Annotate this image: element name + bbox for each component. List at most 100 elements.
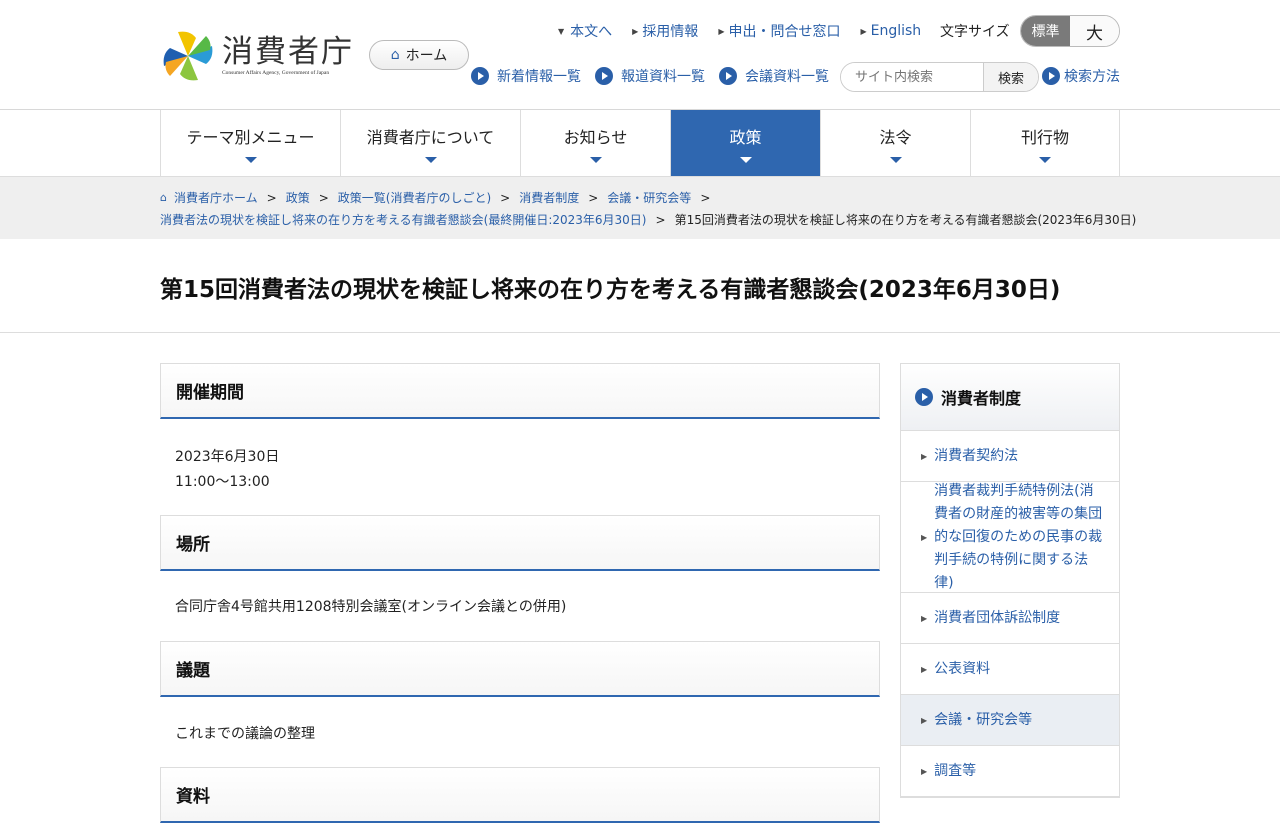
sidebar-item-meetings[interactable]: ▶ 会議・研究会等 <box>901 695 1119 746</box>
nav-label: お知らせ <box>563 127 628 147</box>
section-heading-agenda: 議題 <box>160 641 880 697</box>
sidebar-item-label: 会議・研究会等 <box>934 711 1033 728</box>
site-logo[interactable]: 消費者庁 Consumer Affairs Agency, Government… <box>160 28 354 84</box>
home-label: ホーム <box>405 48 448 64</box>
breadcrumb-meetings[interactable]: 会議・研究会等 <box>607 189 691 206</box>
breadcrumb-consumer-system[interactable]: 消費者制度 <box>519 189 579 206</box>
site-header: 消費者庁 Consumer Affairs Agency, Government… <box>0 0 1280 110</box>
nav-publications[interactable]: 刊行物 <box>971 110 1120 176</box>
link-news-list[interactable]: 新着情報一覧 <box>471 66 581 86</box>
triangle-right-icon: ▶ <box>921 766 928 776</box>
link-skip-to-content[interactable]: ▼ 本文へ <box>558 21 612 41</box>
nav-laws[interactable]: 法令 <box>821 110 971 176</box>
breadcrumb-current: 第15回消費者法の現状を検証し将来の在り方を考える有識者懇談会(2023年6月3… <box>674 213 1137 227</box>
logo-subtitle: Consumer Affairs Agency, Government of J… <box>222 70 330 76</box>
sidebar-item-label: 消費者契約法 <box>934 447 1019 464</box>
nav-label: 刊行物 <box>1020 127 1069 147</box>
sidebar-heading: 消費者制度 <box>901 364 1119 431</box>
breadcrumb-home[interactable]: 消費者庁ホーム <box>174 189 258 206</box>
triangle-right-icon: ▶ <box>921 664 928 674</box>
breadcrumb-policy-list[interactable]: 政策一覧(消費者庁のしごと) <box>338 189 491 206</box>
sidebar-item-consumer-contract-act[interactable]: ▶ 消費者契約法 <box>901 431 1119 482</box>
site-search: 検索 <box>840 62 1039 92</box>
section-heading-materials: 資料 <box>160 767 880 823</box>
search-button[interactable]: 検索 <box>983 63 1038 91</box>
circle-arrow-icon <box>595 67 613 85</box>
sidebar-item-class-action[interactable]: ▶ 消費者団体訴訟制度 <box>901 593 1119 644</box>
logo-title: 消費者庁 <box>222 34 354 70</box>
triangle-right-icon: ▶ <box>921 451 928 461</box>
triangle-right-icon: ▶ <box>718 26 725 36</box>
nav-news[interactable]: お知らせ <box>521 110 671 176</box>
triangle-right-icon: ▶ <box>921 715 928 725</box>
sidebar-item-surveys[interactable]: ▶ 調査等 <box>901 746 1119 797</box>
sidebar-item-label: 調査等 <box>934 762 977 779</box>
fontsize-large-button[interactable]: 大 <box>1070 16 1119 46</box>
search-help-link[interactable]: 検索方法 <box>1042 66 1120 86</box>
breadcrumb-separator: > <box>588 190 599 205</box>
home-icon: ⌂ <box>390 47 400 63</box>
nav-label: 法令 <box>879 127 912 147</box>
triangle-right-icon: ▶ <box>860 26 867 36</box>
search-input[interactable] <box>841 63 983 91</box>
link-contact[interactable]: ▶ 申出・問合せ窓口 <box>718 21 840 41</box>
sidebar: 消費者制度 ▶ 消費者契約法 ▶ 消費者裁判手続特例法(消費者の財産的被害等の集団的… <box>900 363 1120 798</box>
meeting-place: 合同庁舎4号館共用1208特別会議室(オンライン会議との併用) <box>175 599 567 615</box>
circle-arrow-icon <box>471 67 489 85</box>
link-label: 本文へ <box>570 24 613 40</box>
caret-down-icon <box>739 156 752 163</box>
nav-policy[interactable]: 政策 <box>671 110 821 176</box>
sub-links: 新着情報一覧 報道資料一覧 会議資料一覧 <box>471 66 843 86</box>
fontsize-label: 文字サイズ <box>940 24 1010 40</box>
triangle-down-icon: ▼ <box>558 26 565 36</box>
link-label: 新着情報一覧 <box>497 69 581 85</box>
page-title: 第15回消費者法の現状を検証し将来の在り方を考える有識者懇談会(2023年6月3… <box>160 277 1061 303</box>
meeting-time: 11:00～13:00 <box>175 474 270 490</box>
sidebar-item-label: 消費者団体訴訟制度 <box>934 609 1061 626</box>
caret-down-icon <box>589 156 602 163</box>
link-label: 申出・問合せ窓口 <box>728 24 841 40</box>
link-english[interactable]: ▶ English <box>860 23 921 39</box>
link-meeting-list[interactable]: 会議資料一覧 <box>719 66 829 86</box>
breadcrumb-separator: > <box>655 212 666 227</box>
triangle-right-icon: ▶ <box>632 26 639 36</box>
triangle-right-icon: ▶ <box>921 613 928 623</box>
breadcrumb-policy[interactable]: 政策 <box>286 189 310 206</box>
link-press-list[interactable]: 報道資料一覧 <box>595 66 705 86</box>
global-nav: テーマ別メニュー 消費者庁について お知らせ 政策 法令 刊行物 <box>160 110 1120 176</box>
fontsize-toggle: 標準 大 <box>1020 15 1120 47</box>
link-label: 採用情報 <box>642 24 699 40</box>
link-label: 報道資料一覧 <box>621 69 705 85</box>
fontsize-standard-button[interactable]: 標準 <box>1021 16 1070 46</box>
section-heading-place: 場所 <box>160 515 880 571</box>
home-icon: ⌂ <box>160 191 167 204</box>
breadcrumb-separator: > <box>700 190 711 205</box>
section-heading-period: 開催期間 <box>160 363 880 419</box>
logo-pinwheel-icon <box>163 31 213 81</box>
link-recruit[interactable]: ▶ 採用情報 <box>632 21 698 41</box>
nav-about[interactable]: 消費者庁について <box>341 110 521 176</box>
breadcrumb-council[interactable]: 消費者法の現状を検証し将来の在り方を考える有識者懇談会(最終開催日:2023年6… <box>160 211 647 228</box>
section-body-period: 2023年6月30日 11:00～13:00 <box>160 419 880 515</box>
nav-label: 政策 <box>729 127 762 147</box>
circle-arrow-icon <box>719 67 737 85</box>
nav-theme-menu[interactable]: テーマ別メニュー <box>161 110 341 176</box>
sidebar-item-label: 消費者裁判手続特例法(消費者の財産的被害等の集団的な回復のための民事の裁判手続の… <box>934 482 1103 591</box>
breadcrumb: ⌂ 消費者庁ホーム > 政策 > 政策一覧(消費者庁のしごと) > 消費者制度 … <box>0 176 1280 239</box>
sidebar-item-special-procedures-act[interactable]: ▶ 消費者裁判手続特例法(消費者の財産的被害等の集団的な回復のための民事の裁判手続… <box>901 482 1119 593</box>
link-label: English <box>870 23 922 39</box>
caret-down-icon <box>1039 156 1051 163</box>
divider <box>0 332 1280 333</box>
breadcrumb-separator: > <box>266 190 277 205</box>
meeting-agenda: これまでの議論の整理 <box>175 726 315 742</box>
top-links: ▼ 本文へ ▶ 採用情報 ▶ 申出・問合せ窓口 ▶ English <box>558 21 941 41</box>
caret-down-icon <box>424 156 437 163</box>
circle-arrow-icon <box>915 388 933 406</box>
nav-label: 消費者庁について <box>366 127 495 147</box>
sidebar-item-label: 公表資料 <box>934 660 991 677</box>
meeting-date: 2023年6月30日 <box>175 449 280 465</box>
main-content: 開催期間 2023年6月30日 11:00～13:00 場所 合同庁舎4号館共用… <box>160 363 880 823</box>
sidebar-item-public-documents[interactable]: ▶ 公表資料 <box>901 644 1119 695</box>
home-button[interactable]: ⌂ ホーム <box>369 40 469 70</box>
caret-down-icon <box>244 156 257 163</box>
